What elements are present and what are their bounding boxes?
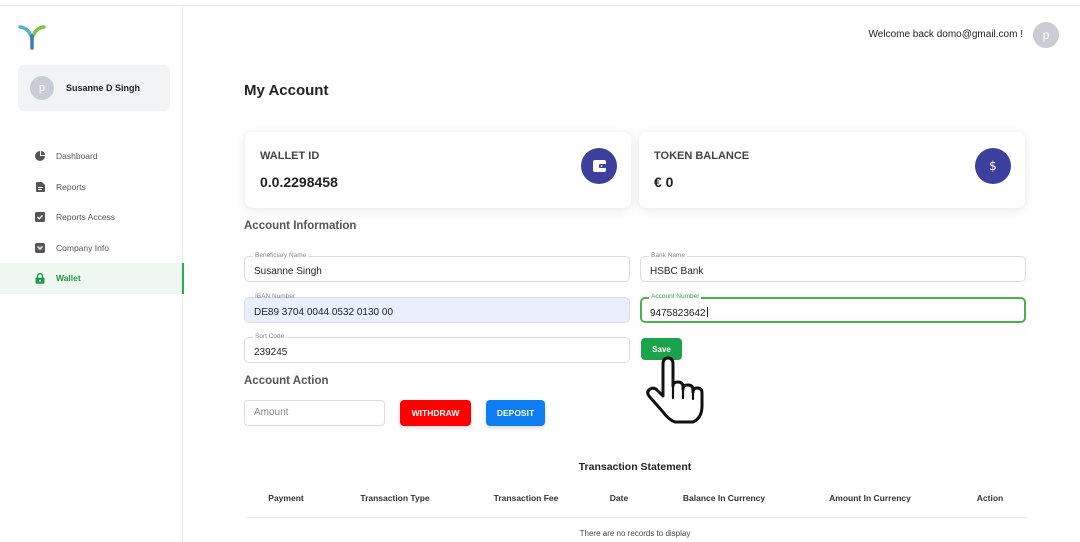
token-balance-card: TOKEN BALANCE € 0 $ <box>639 132 1025 208</box>
card-label: WALLET ID <box>260 150 320 162</box>
field-value-wrap: 9475823642 <box>650 307 708 319</box>
dollar-icon: $ <box>975 148 1011 184</box>
wallet-icon <box>581 148 617 184</box>
sidebar-item-label: Wallet <box>56 273 81 284</box>
lock-icon <box>35 272 45 284</box>
account-number-field[interactable]: Account Number 9475823642 <box>640 293 1026 323</box>
column-header-transaction-fee[interactable]: Transaction Fee <box>494 493 559 503</box>
field-value: DE89 3704 0044 0532 0130 00 <box>254 307 394 318</box>
user-name: Susanne D Singh <box>66 83 141 93</box>
column-header-date[interactable]: Date <box>610 493 628 503</box>
field-label: Bank Name <box>649 252 687 259</box>
column-header-amount-in-currency[interactable]: Amount In Currency <box>829 493 911 503</box>
amount-input[interactable]: Amount <box>244 400 385 426</box>
wallet-id-card: WALLET ID 0.0.2298458 <box>245 132 631 208</box>
page-title: My Account <box>244 82 329 99</box>
beneficiary-name-field[interactable]: Beneficiary Name Susanne Singh <box>244 252 630 282</box>
field-label: Beneficiary Name <box>253 252 309 259</box>
field-label: IBAN Number <box>255 293 296 300</box>
sort-code-field[interactable]: Sort Code 239245 <box>244 333 630 363</box>
hand-pointer-cursor-icon <box>643 356 707 426</box>
sidebar-item-reports[interactable]: Reports <box>0 172 183 203</box>
account-information-title: Account Information <box>244 220 357 232</box>
column-header-payment[interactable]: Payment <box>268 493 303 503</box>
sidebar-item-label: Reports Access <box>56 212 116 223</box>
sidebar-item-label: Dashboard <box>56 151 98 162</box>
sidebar-item-label: Reports <box>56 181 86 192</box>
pie-chart-icon <box>35 151 45 162</box>
token-balance-value: € 0 <box>654 174 674 190</box>
sidebar-item-label: Company Info <box>56 242 109 253</box>
field-label: Account Number <box>649 293 702 300</box>
text-caret <box>706 307 708 317</box>
column-header-balance-in-currency[interactable]: Balance In Currency <box>683 493 765 503</box>
field-value: Susanne Singh <box>254 266 322 277</box>
iban-number-field[interactable]: IBAN Number DE89 3704 0044 0532 0130 00 <box>244 293 630 323</box>
avatar[interactable]: p <box>1033 22 1059 48</box>
sidebar-item-dashboard[interactable]: Dashboard <box>0 141 183 172</box>
user-profile-card[interactable]: p Susanne D Singh <box>18 65 170 111</box>
deposit-button[interactable]: DEPOSIT <box>486 400 545 426</box>
wallet-id-value: 0.0.2298458 <box>260 174 338 190</box>
field-value: HSBC Bank <box>650 266 704 277</box>
field-value: 239245 <box>254 347 288 358</box>
avatar: p <box>30 76 54 100</box>
checkbox-icon <box>35 212 45 223</box>
inbox-icon <box>35 242 45 253</box>
empty-table-message: There are no records to display <box>579 529 691 538</box>
brand-logo-icon[interactable] <box>18 24 46 50</box>
account-action-title: Account Action <box>244 375 329 387</box>
card-label: TOKEN BALANCE <box>654 150 750 162</box>
bank-name-field[interactable]: Bank Name HSBC Bank <box>640 252 1026 282</box>
column-header-action[interactable]: Action <box>977 493 1003 503</box>
welcome-text: Welcome back domo@gmail.com ! <box>868 29 1023 40</box>
sidebar-item-wallet[interactable]: Wallet <box>0 263 184 294</box>
transaction-statement-title: Transaction Statement <box>578 461 692 473</box>
field-label: Sort Code <box>253 333 287 340</box>
sidebar-nav: Dashboard Reports Reports Access Company… <box>0 141 184 294</box>
column-header-transaction-type[interactable]: Transaction Type <box>360 493 429 503</box>
field-value: 9475823642 <box>650 308 706 319</box>
sidebar-item-reports-access[interactable]: Reports Access <box>0 202 183 233</box>
withdraw-button[interactable]: WITHDRAW <box>400 400 471 426</box>
sidebar-item-company-info[interactable]: Company Info <box>0 233 183 264</box>
document-icon <box>35 181 45 192</box>
table-divider <box>247 517 1026 518</box>
